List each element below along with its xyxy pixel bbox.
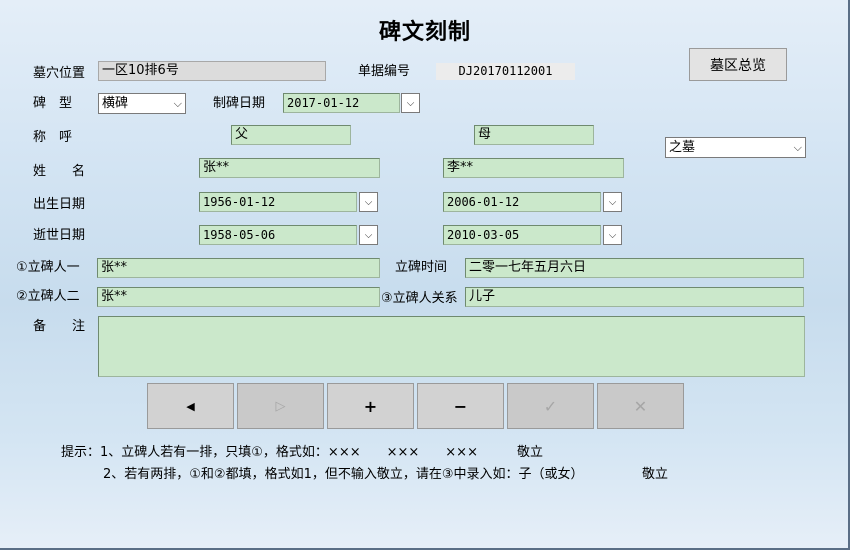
plus-icon: + xyxy=(363,396,378,416)
stele-type-label: 碑 型 xyxy=(33,96,73,111)
document-no-label: 单据编号 xyxy=(358,64,411,79)
person2-death-dropdown-button[interactable]: ⌵ xyxy=(603,225,622,245)
add-record-button[interactable]: + xyxy=(327,383,414,429)
erector1-field[interactable]: 张** xyxy=(97,258,380,278)
hint-line-1: 提示：1、立碑人若有一排，只填①，格式如：××× ××× ××× 敬立 xyxy=(61,445,543,460)
person2-death-field[interactable]: 2010-03-05 xyxy=(443,225,601,245)
made-date-field[interactable]: 2017-01-12 xyxy=(283,93,400,113)
location-field[interactable]: 一区10排6号 xyxy=(98,61,326,81)
cemetery-overview-button[interactable]: 墓区总览 xyxy=(689,48,787,81)
chevron-down-icon: ⌵ xyxy=(793,141,802,154)
person1-death-dropdown-button[interactable]: ⌵ xyxy=(359,225,378,245)
suffix-value: 之墓 xyxy=(669,140,696,155)
person2-name-field[interactable]: 李** xyxy=(443,158,624,178)
minus-icon: − xyxy=(453,396,468,416)
person1-birth-dropdown-button[interactable]: ⌵ xyxy=(359,192,378,212)
stele-type-value: 横碑 xyxy=(102,96,129,111)
chevron-down-icon: ⌵ xyxy=(173,97,182,110)
chevron-down-icon: ⌵ xyxy=(364,196,373,208)
suffix-select[interactable]: 之墓 ⌵ xyxy=(665,137,806,158)
remark-textarea[interactable] xyxy=(98,316,805,377)
person2-birth-field[interactable]: 2006-01-12 xyxy=(443,192,601,212)
hint-line-2: 2、若有两排，①和②都填，格式如1，但不输入敬立，请在③中录入如：子（或女） 敬… xyxy=(103,467,669,482)
chevron-down-icon: ⌵ xyxy=(364,229,373,241)
erect-time-label: 立碑时间 xyxy=(395,260,448,275)
erector2-field[interactable]: 张** xyxy=(97,287,380,307)
made-date-label: 制碑日期 xyxy=(213,96,266,111)
person2-birth-dropdown-button[interactable]: ⌵ xyxy=(603,192,622,212)
erect-time-field[interactable]: 二零一七年五月六日 xyxy=(465,258,804,278)
previous-record-button[interactable]: ◀ xyxy=(147,383,234,429)
save-record-button[interactable]: ✓ xyxy=(507,383,594,429)
erector1-label: ①立碑人一 xyxy=(16,260,80,275)
made-date-dropdown-button[interactable]: ⌵ xyxy=(401,93,420,113)
location-label: 墓穴位置 xyxy=(33,66,86,81)
person1-name-field[interactable]: 张** xyxy=(199,158,380,178)
form-title: 碑文刻制 xyxy=(378,20,471,45)
relation-field[interactable]: 儿子 xyxy=(465,287,804,307)
left-arrow-icon: ◀ xyxy=(186,399,195,413)
birth-label: 出生日期 xyxy=(33,197,86,212)
cancel-edit-button[interactable]: ✕ xyxy=(597,383,684,429)
close-icon: ✕ xyxy=(633,396,648,416)
relation-label: ③立碑人关系 xyxy=(381,291,458,306)
death-label: 逝世日期 xyxy=(33,228,86,243)
stele-type-select[interactable]: 横碑 ⌵ xyxy=(98,93,186,114)
name-label: 姓 名 xyxy=(33,164,86,179)
next-record-button[interactable]: ▷ xyxy=(237,383,324,429)
delete-record-button[interactable]: − xyxy=(417,383,504,429)
erector2-label: ②立碑人二 xyxy=(16,289,80,304)
remark-label: 备 注 xyxy=(33,319,86,334)
person1-title-field[interactable]: 父 xyxy=(231,125,351,145)
chevron-down-icon: ⌵ xyxy=(406,97,415,109)
chevron-down-icon: ⌵ xyxy=(608,196,617,208)
right-arrow-icon: ▷ xyxy=(275,398,286,414)
checkmark-icon: ✓ xyxy=(543,396,558,416)
person1-birth-field[interactable]: 1956-01-12 xyxy=(199,192,357,212)
document-no-field: DJ20170112001 xyxy=(436,63,575,80)
chevron-down-icon: ⌵ xyxy=(608,229,617,241)
person1-death-field[interactable]: 1958-05-06 xyxy=(199,225,357,245)
title-label: 称 呼 xyxy=(33,130,73,145)
person2-title-field[interactable]: 母 xyxy=(474,125,594,145)
